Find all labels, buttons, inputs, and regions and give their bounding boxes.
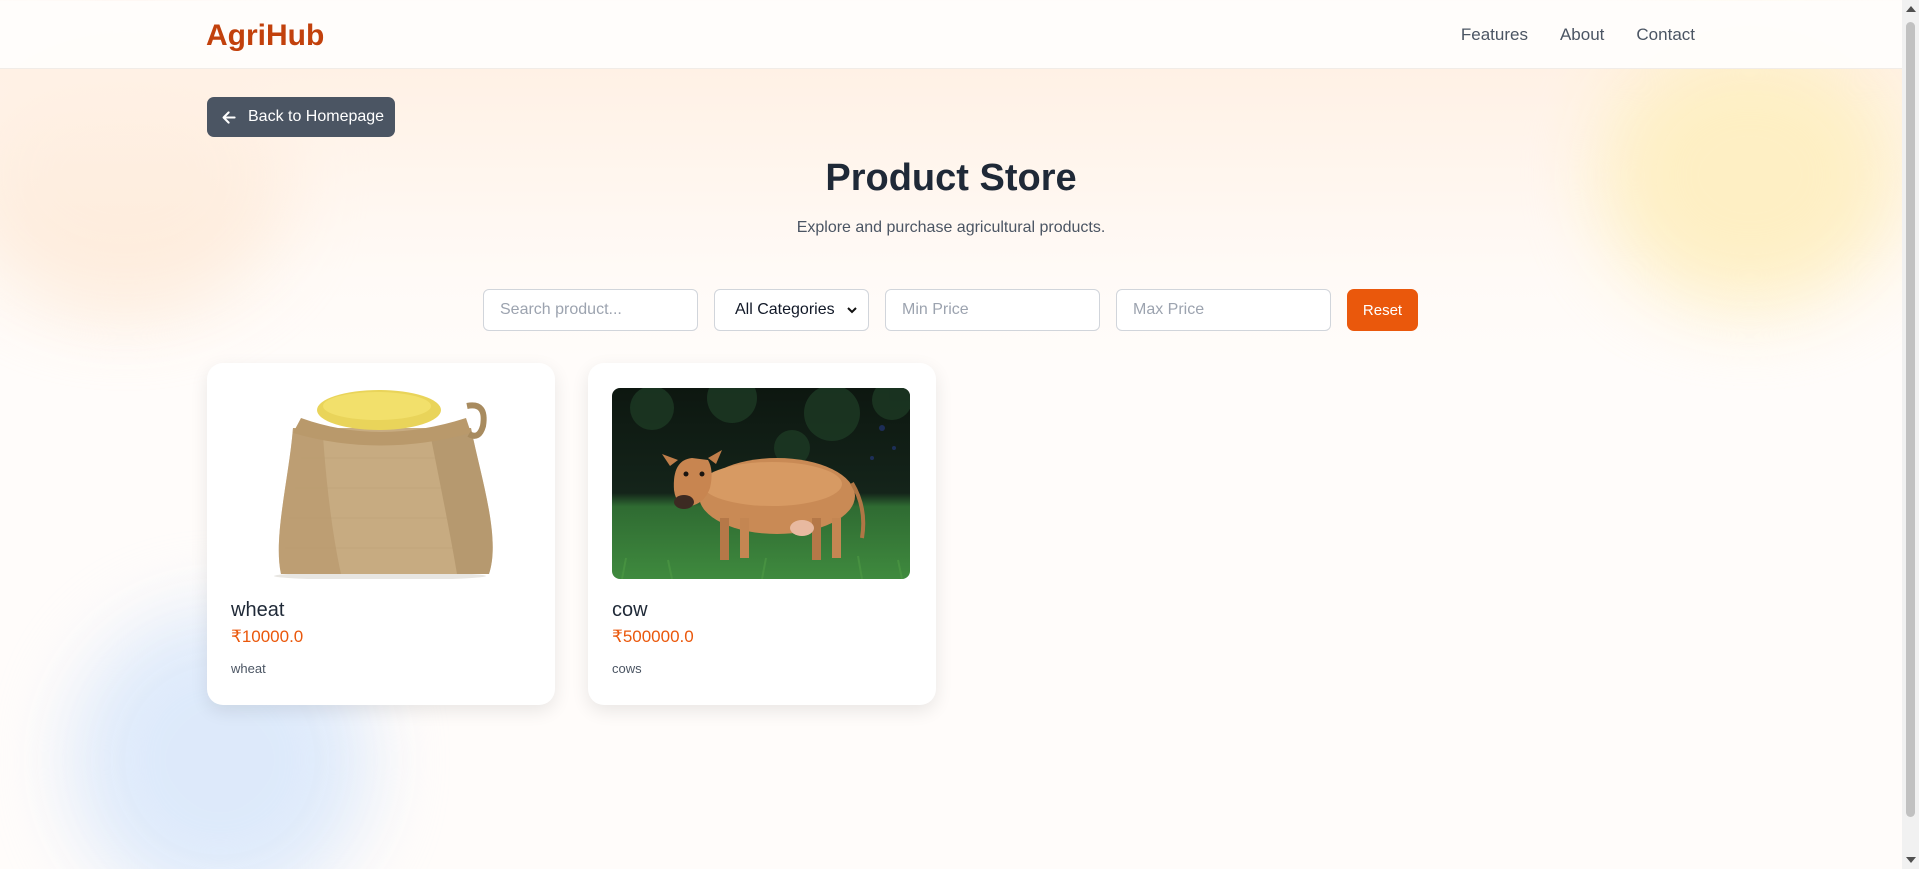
- brand-logo[interactable]: AgriHub: [206, 19, 324, 53]
- page-title: Product Store: [825, 157, 1077, 199]
- chevron-down-icon: [847, 307, 857, 314]
- back-button-label: Back to Homepage: [248, 108, 385, 125]
- scrollbar-thumb[interactable]: [1906, 22, 1915, 817]
- arrow-left-icon: [222, 110, 236, 124]
- category-select[interactable]: All Categories: [714, 289, 869, 331]
- reset-button[interactable]: Reset: [1347, 289, 1418, 331]
- product-price: ₹10000.0: [231, 627, 304, 646]
- max-price-input[interactable]: Max Price: [1116, 289, 1331, 331]
- product-card[interactable]: wheat ₹10000.0 wheat: [207, 363, 555, 705]
- main-nav: Features About Contact: [1461, 25, 1695, 45]
- nav-link-contact[interactable]: Contact: [1636, 25, 1695, 45]
- product-price: ₹500000.0: [612, 627, 694, 646]
- page: AgriHub Features About Contact Back to H…: [0, 0, 1902, 869]
- scroll-down-arrow-icon[interactable]: [1906, 857, 1916, 863]
- sack-of-grain-image: [231, 388, 529, 579]
- min-price-input[interactable]: Min Price: [885, 289, 1100, 331]
- product-card[interactable]: cow ₹500000.0 cows: [588, 363, 936, 705]
- search-input[interactable]: Search product...: [483, 289, 698, 331]
- product-category: cows: [612, 661, 642, 676]
- nav-link-features[interactable]: Features: [1461, 25, 1528, 45]
- product-name: cow: [612, 599, 648, 621]
- scroll-up-arrow-icon[interactable]: [1906, 6, 1916, 12]
- page-subtitle: Explore and purchase agricultural produc…: [796, 219, 1106, 236]
- cow-photo-image: [612, 388, 910, 579]
- back-to-homepage-button[interactable]: Back to Homepage: [207, 97, 395, 137]
- top-navbar: AgriHub Features About Contact: [0, 1, 1902, 69]
- product-name: wheat: [231, 599, 285, 621]
- product-category: wheat: [231, 661, 266, 676]
- nav-link-about[interactable]: About: [1560, 25, 1604, 45]
- category-select-value: All Categories: [735, 301, 835, 318]
- vertical-scrollbar[interactable]: [1902, 0, 1919, 869]
- filter-bar: Search product... All Categories Min Pri…: [483, 289, 1418, 331]
